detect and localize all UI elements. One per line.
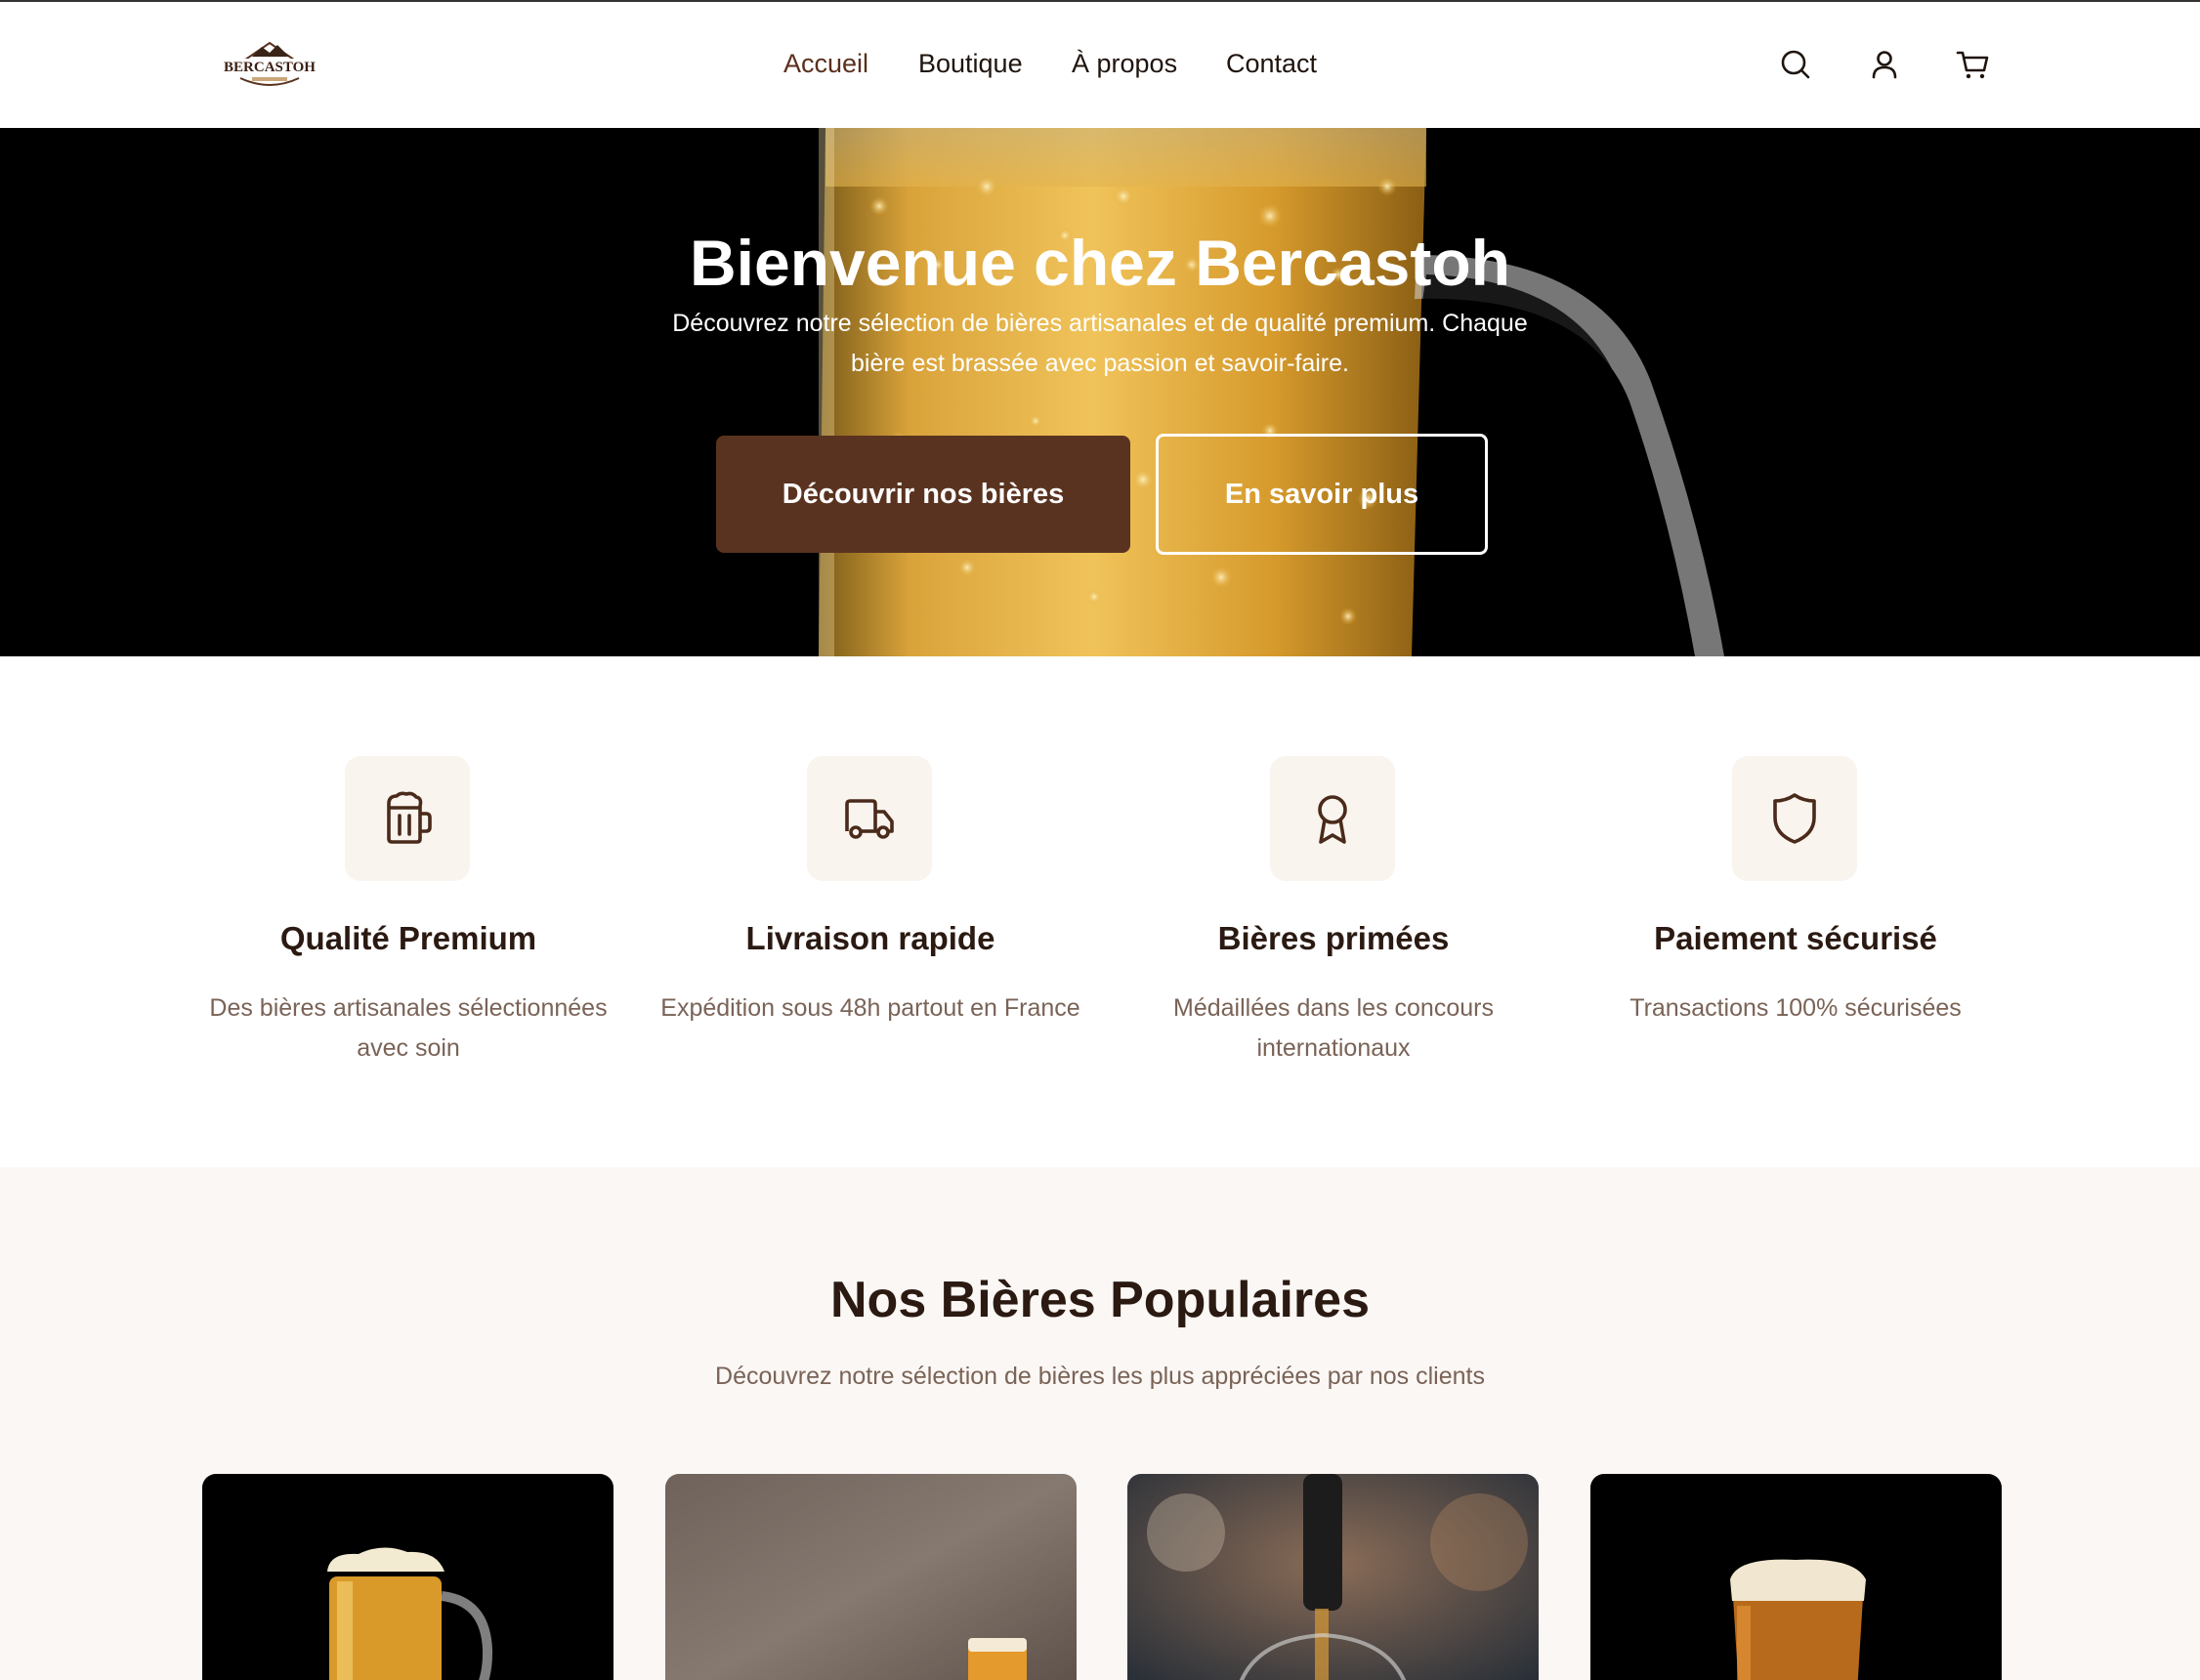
nav-boutique[interactable]: Boutique <box>918 49 1023 79</box>
feature-delivery: Livraison rapide Expédition sous 48h par… <box>646 656 1095 1167</box>
hero-beer-image <box>0 128 2200 656</box>
section-subtitle: Découvrez notre sélection de bières les … <box>715 1363 1485 1390</box>
feature-title: Bières primées <box>1217 920 1450 956</box>
feature-title: Qualité Premium <box>279 920 537 956</box>
product-image <box>1127 1474 1539 1680</box>
section-title: Nos Bières Populaires <box>830 1272 1370 1328</box>
truck-icon <box>807 756 932 881</box>
nav-contact[interactable]: Contact <box>1226 49 1317 79</box>
popular-beers-section: Nos Bières Populaires Découvrez notre sé… <box>0 1167 2200 1680</box>
feature-description: Expédition sous 48h partout en France <box>660 994 1080 1022</box>
shield-icon <box>1732 756 1857 881</box>
feature-title: Paiement sécurisé <box>1654 920 1937 956</box>
nav-a-propos[interactable]: À propos <box>1072 49 1177 79</box>
hero-subtitle: Découvrez notre sélection de bières arti… <box>672 310 1528 377</box>
learn-more-button[interactable]: En savoir plus <box>1156 434 1488 555</box>
feature-awards: Bières primées Médaillées dans les conco… <box>1109 656 1558 1167</box>
product-image <box>202 1474 613 1680</box>
beer-mug-icon <box>345 756 470 881</box>
product-image <box>1590 1474 2002 1680</box>
product-card[interactable] <box>1590 1474 2002 1680</box>
site-header: BERCASTOH Accueil Boutique À propos Cont… <box>0 0 2200 128</box>
feature-secure-payment: Paiement sécurisé Transactions 100% sécu… <box>1571 656 2020 1167</box>
feature-title: Livraison rapide <box>745 920 995 956</box>
search-icon[interactable] <box>1776 45 1815 84</box>
product-image <box>665 1474 1077 1680</box>
user-icon[interactable] <box>1865 45 1904 84</box>
cart-icon[interactable] <box>1953 45 1992 84</box>
hero-section: Bienvenue chez Bercastoh Découvrez notre… <box>0 128 2200 656</box>
nav-accueil[interactable]: Accueil <box>783 49 868 79</box>
discover-beers-button[interactable]: Découvrir nos bières <box>716 436 1130 553</box>
award-icon <box>1270 756 1395 881</box>
product-card[interactable] <box>1127 1474 1539 1680</box>
product-card[interactable] <box>665 1474 1077 1680</box>
feature-description: Des bières artisanales sélectionnées ave… <box>209 994 608 1062</box>
feature-quality: Qualité Premium Des bières artisanales s… <box>184 656 633 1167</box>
feature-description: Transactions 100% sécurisées <box>1629 994 1962 1022</box>
hero-title: Bienvenue chez Bercastoh <box>690 227 1510 299</box>
feature-description: Médaillées dans les concours internation… <box>1173 994 1494 1062</box>
product-card[interactable] <box>202 1474 613 1680</box>
features-section: Qualité Premium Des bières artisanales s… <box>0 656 2200 1167</box>
